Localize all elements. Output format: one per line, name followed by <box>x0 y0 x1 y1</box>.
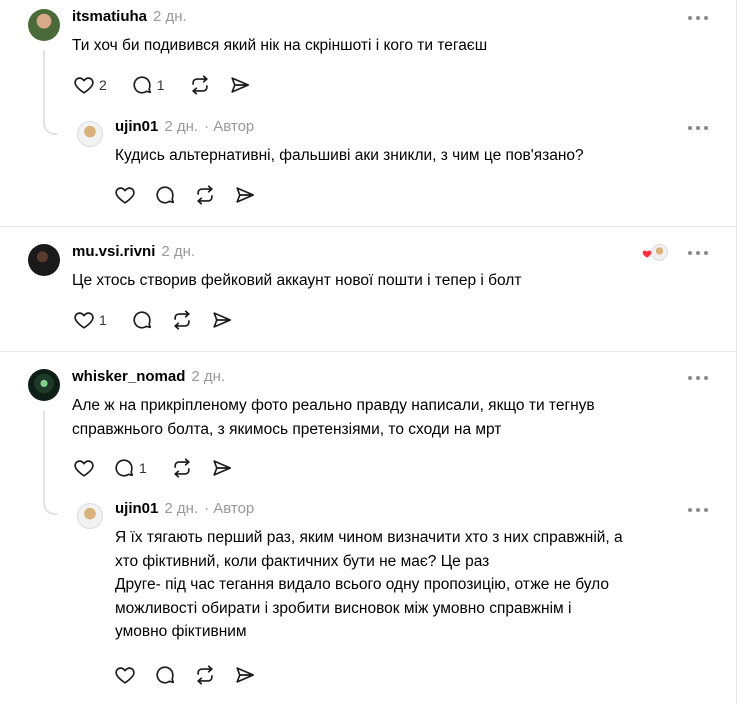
heart-outline-icon <box>74 460 94 477</box>
timestamp[interactable]: 2 дн. <box>164 118 198 135</box>
username[interactable]: whisker_nomad <box>72 368 185 385</box>
send-arrow-icon <box>236 667 255 683</box>
like-button[interactable] <box>114 664 136 686</box>
post-actions: 2 1 <box>73 73 269 97</box>
send-arrow-icon <box>213 460 231 476</box>
post-actions <box>114 183 274 207</box>
thread-connector <box>43 501 57 515</box>
send-arrow-icon <box>213 312 231 328</box>
reply-button[interactable] <box>131 309 153 331</box>
like-count: 1 <box>99 312 107 328</box>
heart-outline-icon <box>115 187 135 204</box>
reply-button[interactable] <box>154 664 176 686</box>
share-button[interactable] <box>211 457 233 479</box>
like-button[interactable] <box>73 457 95 479</box>
username[interactable]: itsmatiuha <box>72 8 147 25</box>
post-text: Це хтось створив фейковий аккаунт нової … <box>72 272 522 289</box>
repost-button[interactable] <box>171 457 193 479</box>
heart-outline-icon <box>74 312 94 329</box>
send-arrow-icon <box>230 77 249 93</box>
author-badge: · Автор <box>204 500 255 517</box>
timestamp[interactable]: 2 дн. <box>161 243 195 260</box>
timestamp[interactable]: 2 дн. <box>153 8 187 25</box>
repost-button[interactable] <box>189 74 211 96</box>
post-header: ujin01 2 дн. · Автор <box>115 500 254 520</box>
avatar[interactable] <box>77 121 103 147</box>
more-dots-icon[interactable] <box>685 8 711 28</box>
reply-count: 1 <box>139 460 147 476</box>
reply-button[interactable] <box>154 184 176 206</box>
timestamp[interactable]: 2 дн. <box>164 500 198 517</box>
speech-bubble-icon <box>133 311 151 329</box>
username[interactable]: ujin01 <box>115 118 158 135</box>
post-actions: 1 <box>73 456 251 480</box>
share-button[interactable] <box>229 74 251 96</box>
post-header: whisker_nomad 2 дн. <box>72 368 225 388</box>
repost-arrows-icon <box>197 185 213 205</box>
avatar <box>651 244 668 261</box>
right-border <box>736 0 737 704</box>
thread-connector <box>43 121 57 135</box>
reply-count: 1 <box>156 77 165 93</box>
like-button[interactable] <box>114 184 136 206</box>
divider <box>0 351 736 352</box>
more-dots-icon[interactable] <box>685 118 711 138</box>
post-actions <box>114 663 274 687</box>
like-button[interactable]: 1 <box>73 309 113 331</box>
reply-button[interactable]: 1 <box>131 74 171 96</box>
post-text: Але ж на прикріпленому фото реально прав… <box>72 397 595 438</box>
like-button[interactable]: 2 <box>73 74 113 96</box>
speech-bubble-icon <box>133 76 151 94</box>
author-liked-indicator <box>642 243 670 263</box>
speech-bubble-icon <box>156 666 175 684</box>
speech-bubble-icon <box>156 186 175 204</box>
avatar[interactable] <box>28 9 60 41</box>
avatar[interactable] <box>28 369 60 401</box>
post-actions: 1 <box>73 308 251 332</box>
username[interactable]: ujin01 <box>115 500 158 517</box>
post-text: Я їх тягають перший раз, яким чином визн… <box>115 529 623 640</box>
speech-bubble-icon <box>115 459 134 477</box>
avatar[interactable] <box>28 244 60 276</box>
timestamp[interactable]: 2 дн. <box>191 368 225 385</box>
divider <box>0 226 736 227</box>
reply-button[interactable]: 1 <box>113 457 153 479</box>
share-button[interactable] <box>234 664 256 686</box>
share-button[interactable] <box>211 309 233 331</box>
avatar[interactable] <box>77 503 103 529</box>
post-header: mu.vsi.rivni 2 дн. <box>72 243 195 263</box>
like-count: 2 <box>99 77 107 93</box>
author-badge: · Автор <box>204 118 255 135</box>
repost-arrows-icon <box>191 75 208 95</box>
post-text: Ти хоч би подивився який нік на скріншот… <box>72 37 488 54</box>
repost-button[interactable] <box>171 309 193 331</box>
post-text: Кудись альтернативні, фальшиві аки зникл… <box>115 147 584 164</box>
send-arrow-icon <box>236 187 255 203</box>
repost-button[interactable] <box>194 184 216 206</box>
post-header: itsmatiuha 2 дн. <box>72 8 187 28</box>
repost-arrows-icon <box>197 665 213 685</box>
post-header: ujin01 2 дн. · Автор <box>115 118 254 138</box>
more-dots-icon[interactable] <box>685 243 711 263</box>
repost-arrows-icon <box>174 310 190 330</box>
username[interactable]: mu.vsi.rivni <box>72 243 155 260</box>
heart-outline-icon <box>115 667 135 684</box>
thread-line <box>43 411 45 503</box>
share-button[interactable] <box>234 184 256 206</box>
more-dots-icon[interactable] <box>685 500 711 520</box>
thread-line <box>43 50 45 123</box>
more-dots-icon[interactable] <box>685 368 711 388</box>
heart-outline-icon <box>74 77 94 94</box>
repost-button[interactable] <box>194 664 216 686</box>
repost-arrows-icon <box>174 458 190 478</box>
